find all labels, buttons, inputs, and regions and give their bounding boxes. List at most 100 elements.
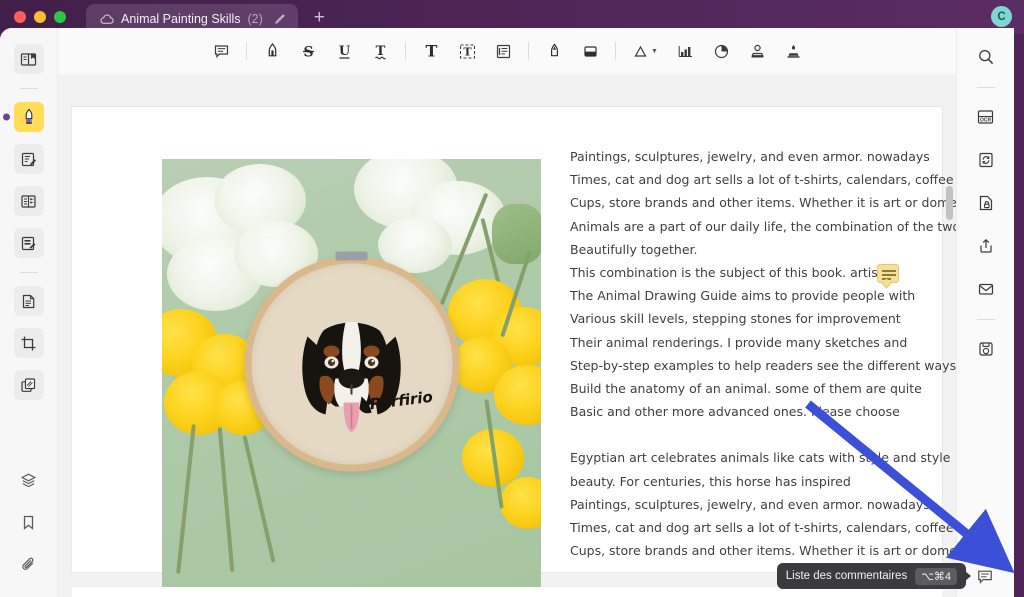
crop-page-icon — [20, 335, 37, 352]
sidebar-item-crop-tool[interactable] — [13, 328, 44, 358]
pencil-tool[interactable] — [536, 36, 572, 66]
scrollbar-thumb[interactable] — [946, 186, 953, 220]
text-line: Times, cat and dog art sells a lot of t-… — [570, 172, 954, 188]
new-tab-button[interactable]: + — [314, 8, 325, 27]
text-line: Build the anatomy of an animal. some of … — [570, 381, 922, 397]
left-sidebar — [0, 28, 58, 597]
right-divider-top — [976, 87, 995, 88]
sidebar-item-save-tool[interactable] — [971, 334, 1001, 364]
sidebar-item-bookmarks-panel[interactable] — [14, 507, 44, 537]
svg-text:U: U — [338, 44, 350, 59]
tooltip-shortcut: ⌥⌘4 — [915, 567, 957, 585]
ocr-icon: OCR — [976, 108, 995, 127]
envelope-icon — [977, 280, 995, 298]
traffic-lights — [14, 11, 66, 23]
pencil-draw-icon — [546, 42, 563, 60]
sidebar-item-signature-tool[interactable] — [13, 228, 44, 258]
underline-icon: U — [336, 42, 353, 61]
chart-tool[interactable] — [667, 36, 703, 66]
comments-list-button[interactable] — [973, 565, 997, 589]
pie-tool[interactable] — [703, 36, 739, 66]
hoop-clip — [335, 251, 368, 261]
document-viewer[interactable]: Porfirio Paintings, sculptures, jewelry,… — [58, 74, 956, 597]
sidebar-item-convert-tool[interactable] — [971, 145, 1001, 175]
sticky-note-tool[interactable] — [203, 36, 239, 66]
signature-stamp-tool[interactable] — [775, 36, 811, 66]
avatar[interactable]: C — [991, 6, 1012, 27]
sidebar-item-form-tool[interactable] — [13, 186, 44, 216]
note-line — [882, 270, 896, 272]
sign-document-icon — [20, 235, 37, 252]
sidebar-item-page-edit-tool[interactable] — [13, 286, 44, 316]
note-line — [882, 274, 896, 276]
sidebar-item-attachments-panel[interactable] — [14, 549, 44, 579]
convert-file-icon — [977, 151, 995, 169]
sidebar-item-highlight-tool[interactable] — [13, 102, 44, 132]
app-body: S U T T T ▼ Porfirio Paintings, sculptur… — [0, 28, 1014, 597]
highlighter-pen-icon — [264, 42, 281, 60]
strikethrough-tool[interactable]: S — [290, 36, 326, 66]
sidebar-item-mail-tool[interactable] — [971, 274, 1001, 304]
close-window-button[interactable] — [14, 11, 26, 23]
paperclip-icon — [20, 556, 37, 573]
copy-pages-icon — [20, 377, 37, 394]
svg-text:OCR: OCR — [980, 117, 992, 123]
chevron-down-icon[interactable]: ▼ — [651, 48, 658, 55]
text-line: Cups, store brands and other items. Whet… — [570, 195, 956, 211]
text-line: Egyptian art celebrates animals like cat… — [570, 450, 951, 466]
toolbar-divider-3 — [528, 42, 529, 60]
text-callout-tool[interactable] — [485, 36, 521, 66]
underline-tool[interactable]: U — [326, 36, 362, 66]
document-text-column: Paintings, sculptures, jewelry, and even… — [570, 145, 956, 562]
ai-assistant-icon[interactable] — [975, 532, 997, 554]
search-icon — [977, 48, 995, 66]
text-line: beauty. For centuries, this horse has in… — [570, 473, 851, 489]
text-line: This combination is the subject of this … — [570, 265, 893, 281]
sidebar-item-protect-tool[interactable] — [971, 188, 1001, 218]
sidebar-item-search-panel[interactable] — [971, 42, 1001, 72]
sidebar-divider-1 — [19, 88, 38, 89]
minimize-window-button[interactable] — [34, 11, 46, 23]
share-upload-icon — [977, 237, 995, 255]
embroidery-photo: Porfirio — [162, 159, 541, 596]
maximize-window-button[interactable] — [54, 11, 66, 23]
text-icon: T — [423, 42, 440, 61]
text-tool[interactable]: T — [413, 36, 449, 66]
stamp-icon — [749, 43, 766, 60]
text-line: Various skill levels, stepping stones fo… — [570, 311, 901, 327]
right-divider-bottom — [976, 319, 995, 320]
svg-text:S: S — [303, 44, 313, 60]
sidebar-item-annotate-tool[interactable] — [13, 144, 44, 174]
sidebar-item-layers-panel[interactable] — [14, 465, 44, 495]
sidebar-divider-2 — [19, 272, 38, 273]
text-line: The Animal Drawing Guide aims to provide… — [570, 288, 916, 304]
text-note-icon — [495, 43, 512, 60]
sidebar-item-thumbnail-panel[interactable] — [13, 44, 44, 74]
tab-title: Animal Painting Skills — [121, 12, 241, 26]
squiggly-tool[interactable]: T — [362, 36, 398, 66]
pencil-icon[interactable] — [274, 13, 286, 25]
document-pages-icon — [20, 51, 37, 68]
vertical-scrollbar[interactable] — [946, 104, 953, 574]
eraser-tool[interactable] — [572, 36, 608, 66]
sidebar-item-share-tool[interactable] — [971, 231, 1001, 261]
shapes-tool[interactable]: ▼ — [623, 36, 667, 66]
sidebar-item-ocr-tool[interactable]: OCR — [971, 102, 1001, 132]
squiggly-underline-icon: T — [372, 42, 389, 61]
text-line: Cups, store brands and other items. Whet… — [570, 543, 956, 559]
document-page: Porfirio Paintings, sculptures, jewelry,… — [72, 107, 956, 596]
note-line — [882, 278, 891, 280]
text-line: Step-by-step examples to help readers se… — [570, 357, 956, 373]
text-box-tool[interactable]: T — [449, 36, 485, 66]
inline-comment-marker[interactable] — [877, 264, 899, 283]
highlighter-tool[interactable] — [254, 36, 290, 66]
signature-stamp-icon — [785, 43, 802, 60]
bar-chart-icon — [677, 44, 694, 59]
stamp-tool[interactable] — [739, 36, 775, 66]
svg-text:T: T — [425, 42, 437, 61]
sidebar-item-organize-tool[interactable] — [13, 370, 44, 400]
bookmark-icon — [20, 514, 37, 531]
text-line: Beautifully together. — [570, 241, 698, 257]
layers-icon — [20, 472, 37, 489]
